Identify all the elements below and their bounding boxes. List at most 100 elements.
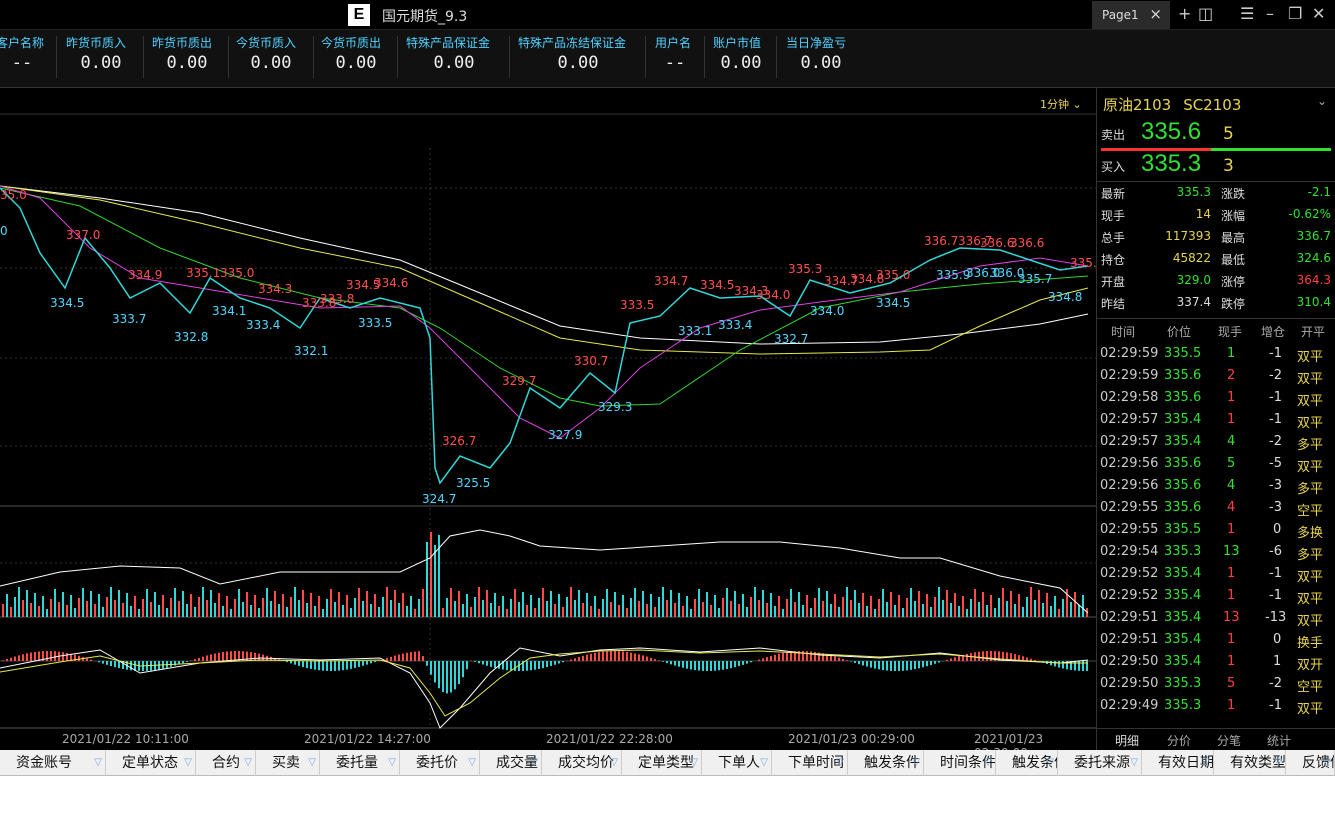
volume-bar <box>358 588 360 617</box>
volume-bar <box>150 602 152 617</box>
grid-column-header[interactable]: 下单人 ▽ <box>702 750 772 776</box>
grid-column-header[interactable]: 买卖 ▽ <box>256 750 320 776</box>
macd-bar <box>550 661 552 666</box>
minimize-icon[interactable]: – <box>1266 4 1274 23</box>
grid-column-header[interactable]: 委托来源 ▽ <box>1058 750 1142 776</box>
symbol-name: 原油2103 <box>1103 96 1172 114</box>
macd-bar <box>1058 661 1060 668</box>
filter-icon[interactable]: ▽ <box>184 750 192 776</box>
volume-bar <box>94 604 96 617</box>
filter-icon[interactable]: ▽ <box>690 750 698 776</box>
filter-icon[interactable]: ▽ <box>912 750 920 776</box>
close-window-icon[interactable]: ✕ <box>1312 4 1325 23</box>
volume-bar <box>778 596 780 617</box>
period-selector[interactable]: 1分钟 ⌄ <box>1040 96 1082 112</box>
filter-icon[interactable]: ▽ <box>760 750 768 776</box>
filter-icon[interactable]: ▽ <box>388 750 396 776</box>
volume-bar <box>258 608 260 617</box>
macd-bar <box>810 651 812 661</box>
grid-column-header[interactable]: 资金账号 ▽ <box>0 750 106 776</box>
macd-bar <box>774 654 776 661</box>
volume-bar <box>798 592 800 617</box>
macd-bar <box>410 652 412 661</box>
grid-column-header[interactable]: 合约 ▽ <box>196 750 256 776</box>
grid-column-header[interactable]: 委托量 ▽ <box>320 750 400 776</box>
macd-bar <box>642 655 644 661</box>
filter-icon[interactable]: ▽ <box>94 750 102 776</box>
tab-price[interactable]: 分价 <box>1167 732 1191 749</box>
volume-bar <box>346 595 348 617</box>
tab-tick[interactable]: 分笔 <box>1217 732 1241 749</box>
macd-bar <box>738 661 740 667</box>
account-field-label: 当日净盈亏 <box>786 36 847 50</box>
plus-icon[interactable]: + <box>1178 4 1191 23</box>
grid-column-header[interactable]: 触发条件 ▽ <box>848 750 924 776</box>
volume-bar <box>658 597 660 617</box>
grid-column-header[interactable]: 定单类型 ▽ <box>622 750 702 776</box>
trade-delta: -2 <box>1269 434 1282 449</box>
filter-icon[interactable]: ▽ <box>1202 750 1210 776</box>
volume-bar <box>214 603 216 617</box>
filter-icon[interactable]: ▽ <box>244 750 252 776</box>
grid-column-header[interactable]: 触发条件2▽ <box>996 750 1058 776</box>
account-field-value: 0.00 <box>335 53 377 73</box>
close-icon[interactable]: × <box>1149 5 1162 23</box>
volume-bar <box>1070 602 1072 617</box>
filter-icon[interactable]: ▽ <box>468 750 476 776</box>
stat-value: 364.3 <box>1296 273 1331 287</box>
volume-bar <box>938 587 940 617</box>
macd-bar <box>414 651 416 661</box>
volume-bar <box>510 599 512 617</box>
volume-bar <box>370 604 372 617</box>
tab-stats[interactable]: 统计 <box>1267 732 1291 749</box>
price-low-label: 327.9 <box>548 428 583 442</box>
volume-bar <box>26 590 28 617</box>
trade-row: 02:29:50 335.3 5 -2 空平 <box>1097 673 1335 695</box>
macd-bar <box>78 655 80 661</box>
price-chart[interactable]: 337.0 334.9 335.1 335.0 334.3 333.8 333.8 334.5… <box>0 88 1104 760</box>
filter-icon[interactable]: ▽ <box>530 750 538 776</box>
volume-bar <box>614 592 616 617</box>
menu-icon[interactable]: ☰ <box>1240 4 1254 23</box>
volume-bar <box>106 597 108 617</box>
filter-icon[interactable]: ▽ <box>1274 750 1282 776</box>
macd-bar <box>934 661 936 664</box>
tab-detail[interactable]: 明细 <box>1115 732 1139 749</box>
volume-bar <box>238 589 240 617</box>
filter-icon[interactable]: ▽ <box>1046 750 1054 776</box>
price-high-label: 335.0 <box>876 268 911 282</box>
macd-bar <box>694 661 696 671</box>
trade-time: 02:29:58 <box>1100 390 1159 405</box>
volume-bar <box>338 592 340 617</box>
grid-column-header[interactable]: 定单状态 ▽ <box>106 750 196 776</box>
filter-icon[interactable]: ▽ <box>984 750 992 776</box>
filter-icon[interactable]: ▽ <box>1323 750 1331 776</box>
grid-column-header[interactable]: 有效日期 ▽ <box>1142 750 1214 776</box>
chevron-down-icon[interactable]: ⌄ <box>1317 94 1327 108</box>
macd-bar <box>182 661 184 664</box>
filter-icon[interactable]: ▽ <box>1130 750 1138 776</box>
filter-icon[interactable]: ▽ <box>836 750 844 776</box>
volume-bar <box>382 597 384 617</box>
volume-bar <box>978 602 980 617</box>
grid-column-header[interactable]: 委托价 ▽ <box>400 750 480 776</box>
grid-column-header[interactable]: 反馈信息▽ <box>1286 750 1335 776</box>
volume-bar <box>198 597 200 617</box>
grid-column-header[interactable]: 下单时间 ▽ <box>772 750 848 776</box>
price-high-label: 337.0 <box>66 228 101 242</box>
grid-column-header[interactable]: 有效类型 ▽ <box>1214 750 1286 776</box>
layout-icon[interactable]: ◫ <box>1198 4 1213 23</box>
grid-column-label: 委托量 <box>336 755 378 771</box>
filter-icon[interactable]: ▽ <box>610 750 618 776</box>
grid-column-header[interactable]: 成交量 ▽ <box>480 750 542 776</box>
macd-bar <box>334 661 336 671</box>
grid-column-header[interactable]: 时间条件 ▽ <box>924 750 996 776</box>
symbol-title[interactable]: 原油2103 SC2103 <box>1103 94 1241 115</box>
macd-bar <box>750 661 752 663</box>
volume-bar <box>274 591 276 617</box>
grid-column-header[interactable]: 成交均价 ▽ <box>542 750 622 776</box>
restore-icon[interactable]: ❐ <box>1288 4 1302 23</box>
filter-icon[interactable]: ▽ <box>308 750 316 776</box>
volume-bar <box>374 594 376 617</box>
tab-page1[interactable]: Page1 × <box>1092 1 1170 29</box>
